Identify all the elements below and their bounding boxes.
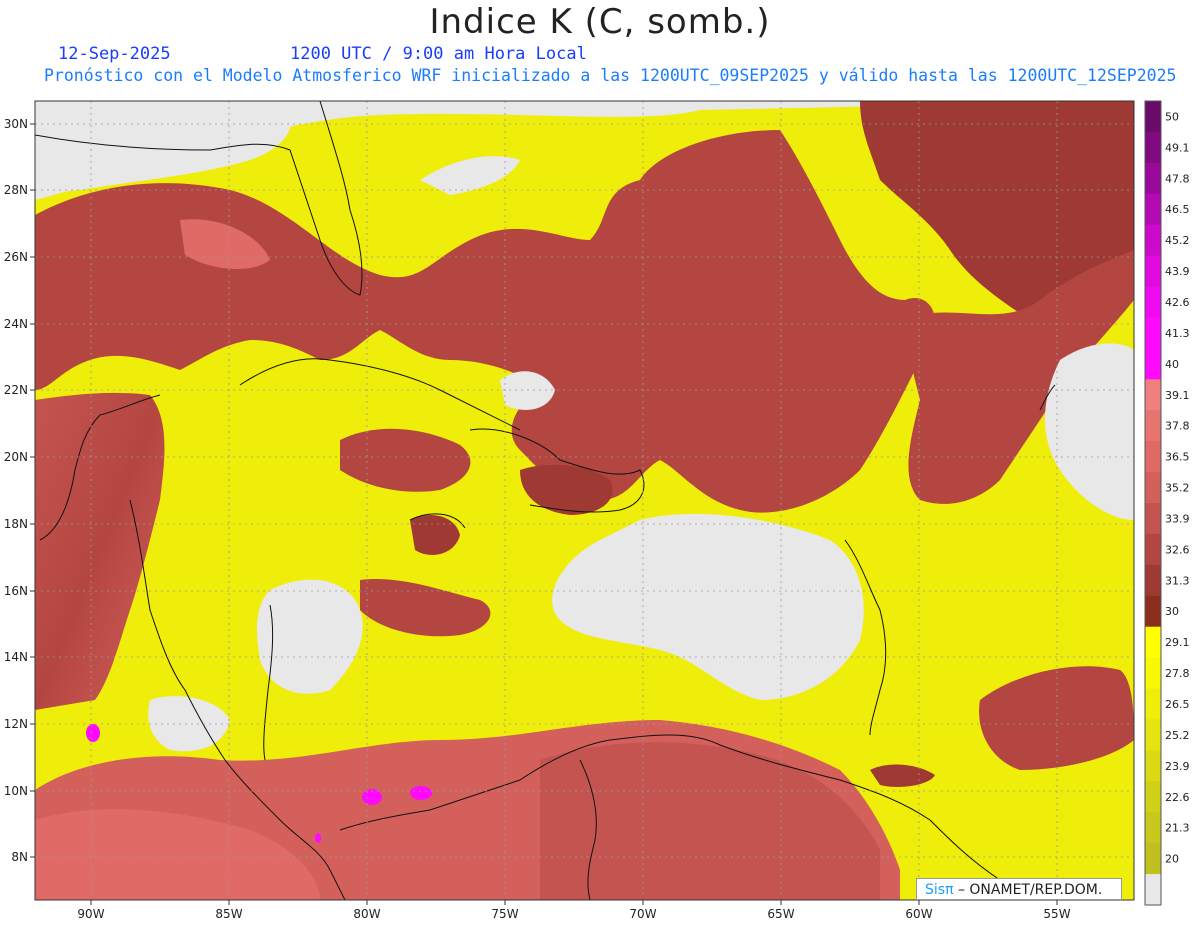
- colorbar-swatch: [1145, 874, 1161, 906]
- colorbar-label: 37.8: [1165, 420, 1190, 433]
- credit-brand: Sis: [925, 882, 946, 898]
- colorbar-swatch: [1145, 472, 1161, 504]
- colorbar-label: 22.6: [1165, 791, 1190, 804]
- colorbar-label: 40: [1165, 358, 1179, 371]
- colorbar-label: 42.6: [1165, 296, 1190, 309]
- lat-label: 24N: [4, 317, 28, 331]
- colorbar-swatch: [1145, 812, 1161, 844]
- latitude-labels: 8N 10N 12N 14N 16N 18N 20N 22N 24N 26N 2…: [4, 117, 28, 864]
- lat-label: 28N: [4, 183, 28, 197]
- lon-label: 55W: [1043, 907, 1070, 921]
- lat-label: 18N: [4, 517, 28, 531]
- colorbar-label: 29.1: [1165, 636, 1190, 649]
- colorbar-swatch: [1145, 224, 1161, 257]
- lon-label: 60W: [905, 907, 932, 921]
- colorbar-swatch: [1145, 564, 1161, 597]
- colorbar-label: 23.9: [1165, 760, 1190, 773]
- lat-label: 22N: [4, 383, 28, 397]
- lon-label: 80W: [353, 907, 380, 921]
- colorbar-swatch: [1145, 750, 1161, 782]
- credit-text: – ONAMET/REP.DOM.: [953, 882, 1103, 898]
- colorbar-swatch: [1145, 193, 1161, 226]
- colorbar-swatch: [1145, 688, 1161, 721]
- lon-label: 85W: [215, 907, 242, 921]
- colorbar-swatch: [1145, 719, 1161, 751]
- colorbar-swatch: [1145, 162, 1161, 195]
- colorbar-label: 45.2: [1165, 234, 1190, 247]
- colorbar-label: 31.3: [1165, 574, 1190, 587]
- colorbar-label: 32.6: [1165, 543, 1190, 556]
- colorbar-swatch: [1145, 348, 1161, 380]
- colorbar-swatch: [1145, 255, 1161, 288]
- lon-label: 75W: [491, 907, 518, 921]
- lat-label: 8N: [11, 850, 28, 864]
- colorbar-label: 47.8: [1165, 172, 1190, 185]
- colorbar-swatch: [1145, 131, 1161, 164]
- lon-label: 70W: [629, 907, 656, 921]
- colorbar-swatch: [1145, 317, 1161, 349]
- colorbar-label: 21.3: [1165, 822, 1190, 835]
- colorbar-swatch: [1145, 595, 1161, 628]
- colorbar-label: 36.5: [1165, 451, 1190, 464]
- colorbar-swatch: [1145, 781, 1161, 813]
- lon-label: 90W: [77, 907, 104, 921]
- latitude-ticks: [30, 123, 35, 858]
- colorbar-label: 46.5: [1165, 203, 1190, 216]
- lat-label: 30N: [4, 117, 28, 131]
- colorbar-swatch: [1145, 657, 1161, 690]
- lat-label: 26N: [4, 250, 28, 264]
- colorbar-swatch: [1145, 101, 1161, 133]
- colorbar-swatch: [1145, 843, 1161, 875]
- colorbar-swatch: [1145, 441, 1161, 473]
- longitude-ticks: [90, 900, 1058, 905]
- colorbar-swatch: [1145, 626, 1161, 659]
- colorbar-label: 26.5: [1165, 698, 1190, 711]
- colorbar: 50 49.1 47.8 46.5 45.2 43.9 42.6 41.3 40 39.1 37.8…: [1144, 100, 1190, 906]
- lat-label: 16N: [4, 584, 28, 598]
- lat-label: 12N: [4, 717, 28, 731]
- plot-area: [35, 101, 1134, 900]
- colorbar-label: 49.1: [1165, 141, 1190, 154]
- lat-label: 10N: [4, 784, 28, 798]
- lat-label: 14N: [4, 650, 28, 664]
- colorbar-label: 35.2: [1165, 482, 1190, 495]
- colorbar-swatch: [1145, 503, 1161, 535]
- longitude-labels: 90W 85W 80W 75W 70W 65W 60W 55W: [77, 907, 1070, 921]
- colorbar-swatch: [1145, 379, 1161, 411]
- pi-symbol: π: [945, 882, 954, 898]
- colorbar-label: 27.8: [1165, 667, 1190, 680]
- colorbar-label: 43.9: [1165, 265, 1190, 278]
- colorbar-label: 50: [1165, 111, 1179, 124]
- colorbar-swatch: [1145, 410, 1161, 442]
- lat-label: 20N: [4, 450, 28, 464]
- colorbar-label: 25.2: [1165, 729, 1190, 742]
- credit-box: Sisπ – ONAMET/REP.DOM.: [916, 878, 1122, 900]
- colorbar-swatch: [1145, 533, 1161, 566]
- forecast-map: 90W 85W 80W 75W 70W 65W 60W 55W 8N 10N 1…: [4, 100, 1190, 921]
- colorbar-label: 20: [1165, 853, 1179, 866]
- lon-label: 65W: [767, 907, 794, 921]
- colorbar-label: 41.3: [1165, 327, 1190, 340]
- colorbar-label: 39.1: [1165, 389, 1190, 402]
- colorbar-swatch: [1145, 286, 1161, 319]
- colorbar-label: 33.9: [1165, 513, 1190, 526]
- colorbar-label: 30: [1165, 605, 1179, 618]
